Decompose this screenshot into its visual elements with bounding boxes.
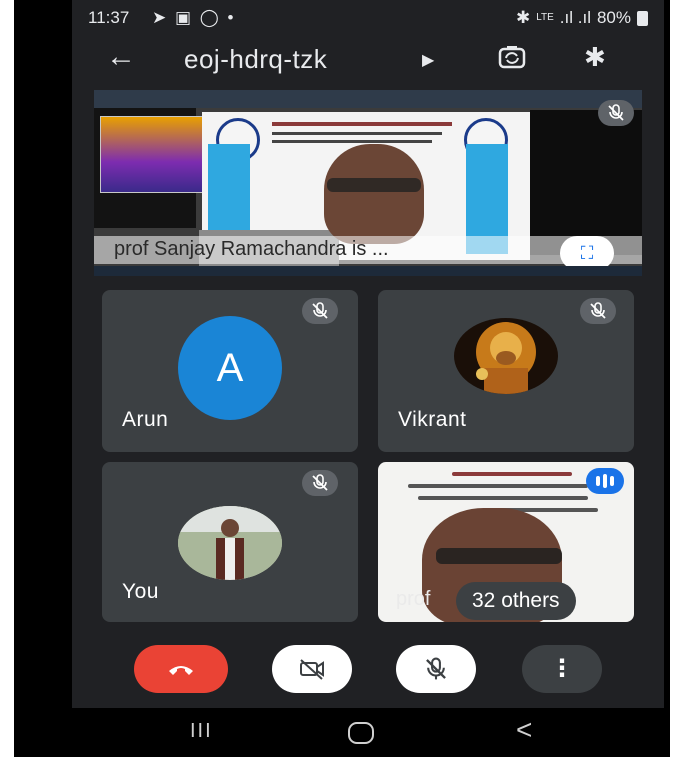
participant-tile-others[interactable]: prof 32 others xyxy=(378,462,634,622)
participant-tile-vikrant[interactable]: Vikrant xyxy=(378,290,634,452)
fullscreen-icon: ⛶ xyxy=(580,243,594,263)
status-bar: 11:37 ➤ ▣ ◯ • ✱ LTE .ıl .ıl 80% xyxy=(72,0,664,34)
shared-taskbar xyxy=(94,266,642,276)
caret-right-icon[interactable]: ▶ xyxy=(422,50,434,70)
participant-name: Arun xyxy=(122,408,169,431)
mic-off-icon xyxy=(312,474,328,491)
avatar xyxy=(178,506,282,580)
battery-percent: 80% xyxy=(596,8,631,27)
android-nav-bar: III < xyxy=(72,708,664,757)
slide-subheading-line xyxy=(272,132,442,135)
more-vert-icon: ⋮ xyxy=(550,655,574,682)
nav-back-icon[interactable]: < xyxy=(516,714,532,746)
shared-browser-bar xyxy=(94,90,642,108)
mute-badge xyxy=(580,298,616,324)
video-off-icon xyxy=(300,659,324,680)
send-icon: ➤ xyxy=(152,8,169,27)
home-icon[interactable] xyxy=(348,722,374,744)
mic-off-icon xyxy=(426,657,446,680)
participant-tile-you[interactable]: You xyxy=(102,462,358,622)
presenter-glasses xyxy=(327,178,421,192)
deity-avatar-image xyxy=(454,318,558,394)
video-text-line xyxy=(408,484,588,488)
video-text-line xyxy=(418,496,588,500)
participant-name: Vikrant xyxy=(398,408,467,431)
fullscreen-button[interactable]: ⛶ xyxy=(560,236,614,270)
meeting-code[interactable]: eoj-hdrq-tzk xyxy=(184,44,327,75)
volte-label: LTE xyxy=(536,12,554,23)
gallery-icon: ▣ xyxy=(174,8,194,27)
presentation-mute-badge xyxy=(598,100,634,126)
speaker-glasses xyxy=(436,548,562,564)
mic-off-icon xyxy=(608,104,624,121)
participant-tile-arun[interactable]: A Arun xyxy=(102,290,358,452)
shared-dark-area xyxy=(530,110,642,255)
recents-icon[interactable]: III xyxy=(190,720,213,743)
more-options-button[interactable]: ⋮ xyxy=(522,645,602,693)
shared-thumbnail-panel xyxy=(94,108,222,228)
signal-icon: .ıl .ıl xyxy=(559,8,591,27)
speaking-indicator-icon xyxy=(586,468,624,494)
participant-name: You xyxy=(122,580,159,603)
mic-toggle-button[interactable] xyxy=(396,645,476,693)
others-count-badge[interactable]: 32 others xyxy=(456,582,576,620)
participant-name: prof xyxy=(396,588,431,610)
dot-icon: • xyxy=(227,8,236,27)
mic-off-icon xyxy=(312,302,328,319)
notification-icons: ➤ ▣ ◯ • xyxy=(152,8,236,28)
presenting-caption-text: prof Sanjay Ramachandra is ... xyxy=(114,238,389,260)
avatar xyxy=(454,318,558,394)
self-avatar-image xyxy=(178,506,282,580)
status-time: 11:37 xyxy=(88,8,130,27)
slide-heading-line xyxy=(272,122,452,126)
presentation-tile[interactable]: prof Sanjay Ramachandra is ... ⛶ xyxy=(94,90,642,276)
hang-up-icon xyxy=(169,666,193,675)
bluetooth-audio-icon[interactable]: ✱ xyxy=(584,42,606,73)
battery-icon xyxy=(637,10,648,26)
switch-camera-icon[interactable] xyxy=(497,42,527,72)
end-call-button[interactable] xyxy=(134,645,228,693)
meeting-top-bar: ← eoj-hdrq-tzk ▶ ✱ xyxy=(72,38,664,84)
mute-badge xyxy=(302,298,338,324)
status-right: ✱ LTE .ıl .ıl 80% xyxy=(516,8,648,28)
meet-screen: 11:37 ➤ ▣ ◯ • ✱ LTE .ıl .ıl 80% ← eoj-hd… xyxy=(72,0,664,757)
back-arrow-icon[interactable]: ← xyxy=(106,40,136,74)
bluetooth-status-icon: ✱ xyxy=(515,8,531,27)
avatar: A xyxy=(178,316,282,420)
phone-frame: 11:37 ➤ ▣ ◯ • ✱ LTE .ıl .ıl 80% ← eoj-hd… xyxy=(14,0,670,757)
whatsapp-icon: ◯ xyxy=(199,8,221,27)
slide-subheading-line xyxy=(272,140,432,143)
mic-off-icon xyxy=(590,302,606,319)
mute-badge xyxy=(302,470,338,496)
video-text-line xyxy=(452,472,572,476)
camera-toggle-button[interactable] xyxy=(272,645,352,693)
presenter-face xyxy=(324,144,424,244)
